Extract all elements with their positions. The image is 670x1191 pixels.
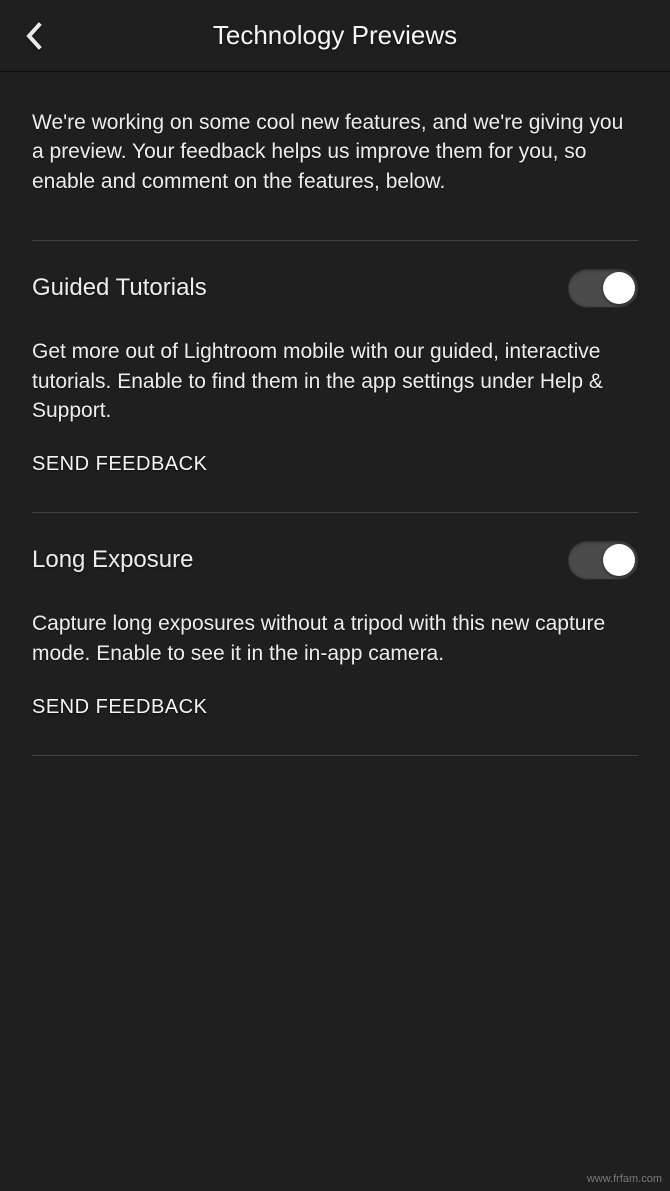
watermark: www.frfam.com — [587, 1173, 662, 1185]
feature-long-exposure: Long Exposure Capture long exposures wit… — [32, 513, 638, 755]
feature-description: Get more out of Lightroom mobile with ou… — [32, 337, 638, 425]
feature-guided-tutorials: Guided Tutorials Get more out of Lightro… — [32, 241, 638, 512]
toggle-long-exposure[interactable] — [568, 541, 638, 579]
intro-text: We're working on some cool new features,… — [32, 72, 638, 240]
toggle-guided-tutorials[interactable] — [568, 269, 638, 307]
send-feedback-button[interactable]: SEND FEEDBACK — [32, 696, 638, 719]
feature-title: Long Exposure — [32, 546, 193, 574]
feature-header: Long Exposure — [32, 541, 638, 579]
page-title: Technology Previews — [0, 20, 670, 51]
toggle-knob — [603, 544, 635, 576]
back-icon[interactable] — [20, 22, 48, 50]
feature-title: Guided Tutorials — [32, 274, 207, 302]
toggle-knob — [603, 272, 635, 304]
feature-description: Capture long exposures without a tripod … — [32, 609, 638, 668]
feature-header: Guided Tutorials — [32, 269, 638, 307]
header: Technology Previews — [0, 0, 670, 72]
send-feedback-button[interactable]: SEND FEEDBACK — [32, 453, 638, 476]
content: We're working on some cool new features,… — [0, 72, 670, 756]
divider — [32, 755, 638, 756]
